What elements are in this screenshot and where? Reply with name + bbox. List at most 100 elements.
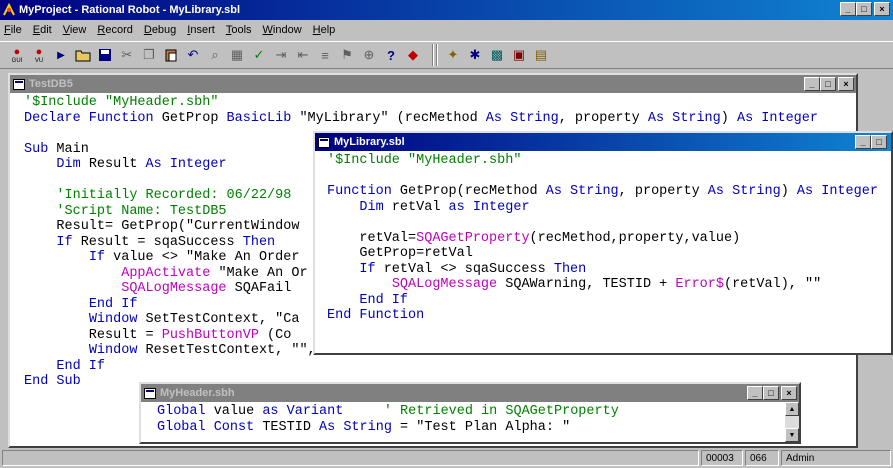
code-line: Result = PushButtonVP (Co [24, 327, 292, 343]
scroll-up-icon[interactable]: ▲ [785, 402, 799, 416]
bookmark-icon[interactable]: ⚑ [338, 46, 356, 64]
rational-robot-icon [2, 2, 16, 17]
copy-icon[interactable]: ❐ [140, 46, 158, 64]
mylibrary-window-controls: _ □ [855, 135, 887, 149]
toolbar-separator [432, 44, 434, 66]
testdb5-title-bar[interactable]: TestDB5 _ □ × [10, 75, 856, 93]
menu-edit[interactable]: Edit [33, 24, 52, 36]
code-line: If retVal <> sqaSuccess Then [359, 261, 587, 277]
app-minimize-button[interactable]: _ [840, 2, 856, 16]
myheader-code-editor[interactable]: Global value as Variant ' Retrieved in S… [141, 402, 799, 442]
tool-d-icon[interactable]: ▣ [510, 46, 528, 64]
undo-icon[interactable]: ↶ [184, 46, 202, 64]
code-line: Global value as Variant ' Retrieved in S… [157, 404, 619, 419]
myheader-vertical-scrollbar[interactable]: ▲ ▼ [785, 402, 799, 442]
paste-icon[interactable] [162, 46, 180, 64]
status-column: 066 [745, 450, 779, 466]
code-line: GetProp=retVal [327, 246, 473, 261]
code-line: If Result = sqaSuccess Then [56, 234, 276, 250]
record-vu-icon[interactable]: ● VU [30, 46, 48, 64]
library-window-icon [318, 136, 330, 148]
menu-tools[interactable]: Tools [226, 24, 252, 36]
code-line: Declare Function GetProp BasicLib "MyLib… [24, 110, 818, 126]
code-line: 'Script Name: TestDB5 [24, 203, 227, 219]
code-line: '$Include "MyHeader.sbh" [327, 153, 522, 168]
testdb5-close-button[interactable]: × [838, 77, 854, 91]
code-line: AppActivate "Make An Or [121, 265, 308, 281]
myheader-close-button[interactable]: × [781, 386, 797, 400]
code-line: SQALogMessage SQAWarning, TESTID + Error… [391, 277, 822, 292]
play-icon[interactable]: ▶ [52, 46, 70, 64]
tool-a-icon[interactable]: ✦ [444, 46, 462, 64]
mylibrary-code-editor[interactable]: '$Include "MyHeader.sbh" Function GetPro… [315, 151, 891, 353]
toolbar: ● GUI ● VU ▶ ✂ ❐ ↶ ⌕ ▦ ✓ ⇥ ⇤ ≡ ⚑ ⊕ ? ◆ ✦ ✱… [0, 41, 893, 69]
code-line: Sub Main [24, 141, 89, 157]
code-line: retVal=SQAGetProperty(recMethod,property… [327, 230, 741, 246]
tool-c-icon[interactable]: ▩ [488, 46, 506, 64]
compile-icon[interactable]: ✓ [250, 46, 268, 64]
menu-insert[interactable]: Insert [187, 24, 215, 36]
code-line: End Sub [24, 374, 81, 389]
myheader-window-controls: _ □ × [747, 386, 797, 400]
grid-icon[interactable]: ▦ [228, 46, 246, 64]
code-line: End If [88, 296, 138, 312]
indent-icon[interactable]: ⇥ [272, 46, 290, 64]
code-line: Global Const TESTID As String = "Test Pl… [157, 419, 571, 435]
myheader-maximize-button[interactable]: □ [763, 386, 779, 400]
menu-file[interactable]: File [4, 24, 22, 36]
code-line: SQALogMessage SQAFail [121, 281, 292, 296]
status-line: 00003 [701, 450, 743, 466]
code-line: Window SetTestContext, "Ca [88, 312, 300, 327]
menu-record[interactable]: Record [97, 24, 132, 36]
verification-point-icon[interactable]: ◆ [404, 46, 422, 64]
menu-help[interactable]: Help [313, 24, 336, 36]
menu-debug[interactable]: Debug [144, 24, 176, 36]
open-icon[interactable] [74, 46, 92, 64]
testdb5-minimize-button[interactable]: _ [804, 77, 820, 91]
mylibrary-minimize-button[interactable]: _ [855, 135, 871, 149]
script-window-icon [13, 78, 25, 90]
scroll-track[interactable] [785, 416, 799, 428]
record-gui-icon[interactable]: ● GUI [8, 46, 26, 64]
mylibrary-title: MyLibrary.sbl [334, 136, 405, 148]
myheader-title: MyHeader.sbh [160, 387, 235, 399]
app-restore-button[interactable]: □ [856, 2, 872, 16]
code-line: Result= GetProp("CurrentWindow [24, 219, 300, 234]
code-line: Window ResetTestContext, "", "" [88, 343, 340, 358]
code-line: End If [359, 292, 409, 308]
tool-e-icon[interactable]: ▤ [532, 46, 550, 64]
mylibrary-title-bar[interactable]: MyLibrary.sbl _ □ [315, 133, 891, 151]
help-icon[interactable]: ? [382, 46, 400, 64]
app-close-button[interactable]: × [874, 2, 890, 16]
code-line: End Function [327, 308, 425, 323]
menu-bar: File Edit View Record Debug Insert Tools… [0, 20, 893, 40]
scroll-down-icon[interactable]: ▼ [785, 428, 799, 442]
code-line: If value <> "Make An Order [88, 250, 300, 265]
mylibrary-maximize-button[interactable]: □ [871, 135, 887, 149]
menu-window[interactable]: Window [263, 24, 302, 36]
myheader-window[interactable]: MyHeader.sbh _ □ × Global value as Varia… [139, 382, 801, 444]
menu-view[interactable]: View [63, 24, 87, 36]
code-line: '$Include "MyHeader.sbh" [24, 95, 219, 110]
testdb5-maximize-button[interactable]: □ [820, 77, 836, 91]
app-title-bar: MyProject - Rational Robot - MyLibrary.s… [0, 0, 893, 20]
status-message [2, 450, 699, 466]
tool-b-icon[interactable]: ✱ [466, 46, 484, 64]
save-icon[interactable] [96, 46, 114, 64]
mdi-client-area: TestDB5 _ □ × '$Include "MyHeader.sbh" D… [8, 73, 893, 448]
testdb5-window-controls: _ □ × [804, 77, 854, 91]
find-icon[interactable]: ⌕ [206, 46, 224, 64]
header-window-icon [144, 387, 156, 399]
code-line: 'Initially Recorded: 06/22/98 [24, 188, 292, 203]
outdent-icon[interactable]: ⇤ [294, 46, 312, 64]
app-title: MyProject - Rational Robot - MyLibrary.s… [19, 4, 241, 16]
code-line: End If [56, 358, 106, 374]
cut-icon[interactable]: ✂ [118, 46, 136, 64]
myheader-title-bar[interactable]: MyHeader.sbh _ □ × [141, 384, 799, 402]
inspector-icon[interactable]: ⊕ [360, 46, 378, 64]
mylibrary-window[interactable]: MyLibrary.sbl _ □ '$Include "MyHeader.sb… [313, 131, 893, 355]
comment-icon[interactable]: ≡ [316, 46, 334, 64]
code-line: Dim Result As Integer [56, 157, 227, 172]
status-user: Admin [781, 450, 891, 466]
myheader-minimize-button[interactable]: _ [747, 386, 763, 400]
